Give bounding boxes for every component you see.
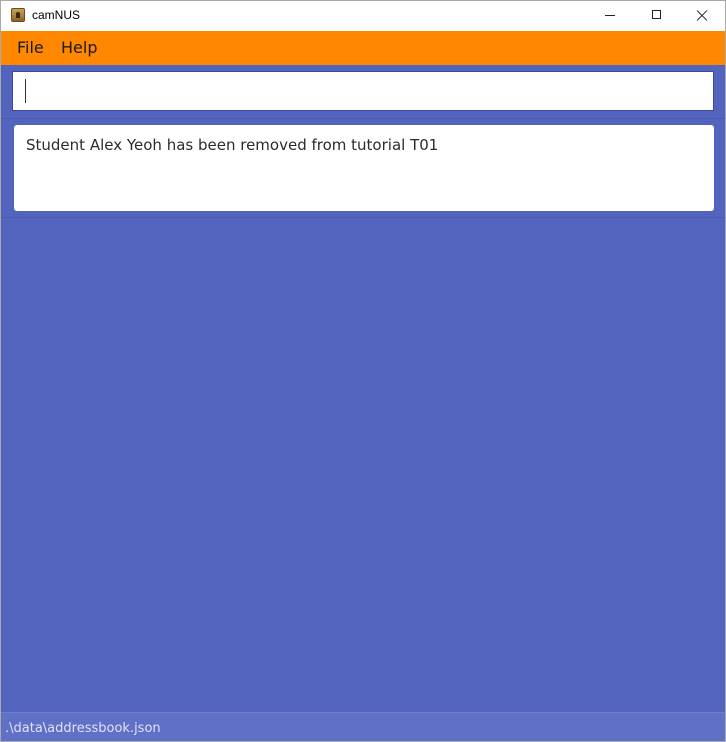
text-caret [25,79,26,103]
result-message: Student Alex Yeoh has been removed from … [26,136,439,154]
address-book-icon [11,8,25,22]
command-input[interactable] [12,71,714,111]
app-window: camNUS File Help Student Alex Yeoh has b… [0,0,726,742]
close-button[interactable] [679,1,725,31]
status-bar: .\data\addressbook.json [1,712,725,741]
maximize-button[interactable] [633,1,679,31]
title-bar: camNUS [1,1,725,31]
minimize-button[interactable] [587,1,633,31]
result-display: Student Alex Yeoh has been removed from … [14,125,714,211]
divider [1,217,725,218]
menu-bar: File Help [1,31,725,65]
menu-help[interactable]: Help [61,38,97,57]
divider [1,118,725,119]
window-title: camNUS [32,8,81,22]
menu-file[interactable]: File [17,38,44,57]
save-location: .\data\addressbook.json [5,721,161,736]
